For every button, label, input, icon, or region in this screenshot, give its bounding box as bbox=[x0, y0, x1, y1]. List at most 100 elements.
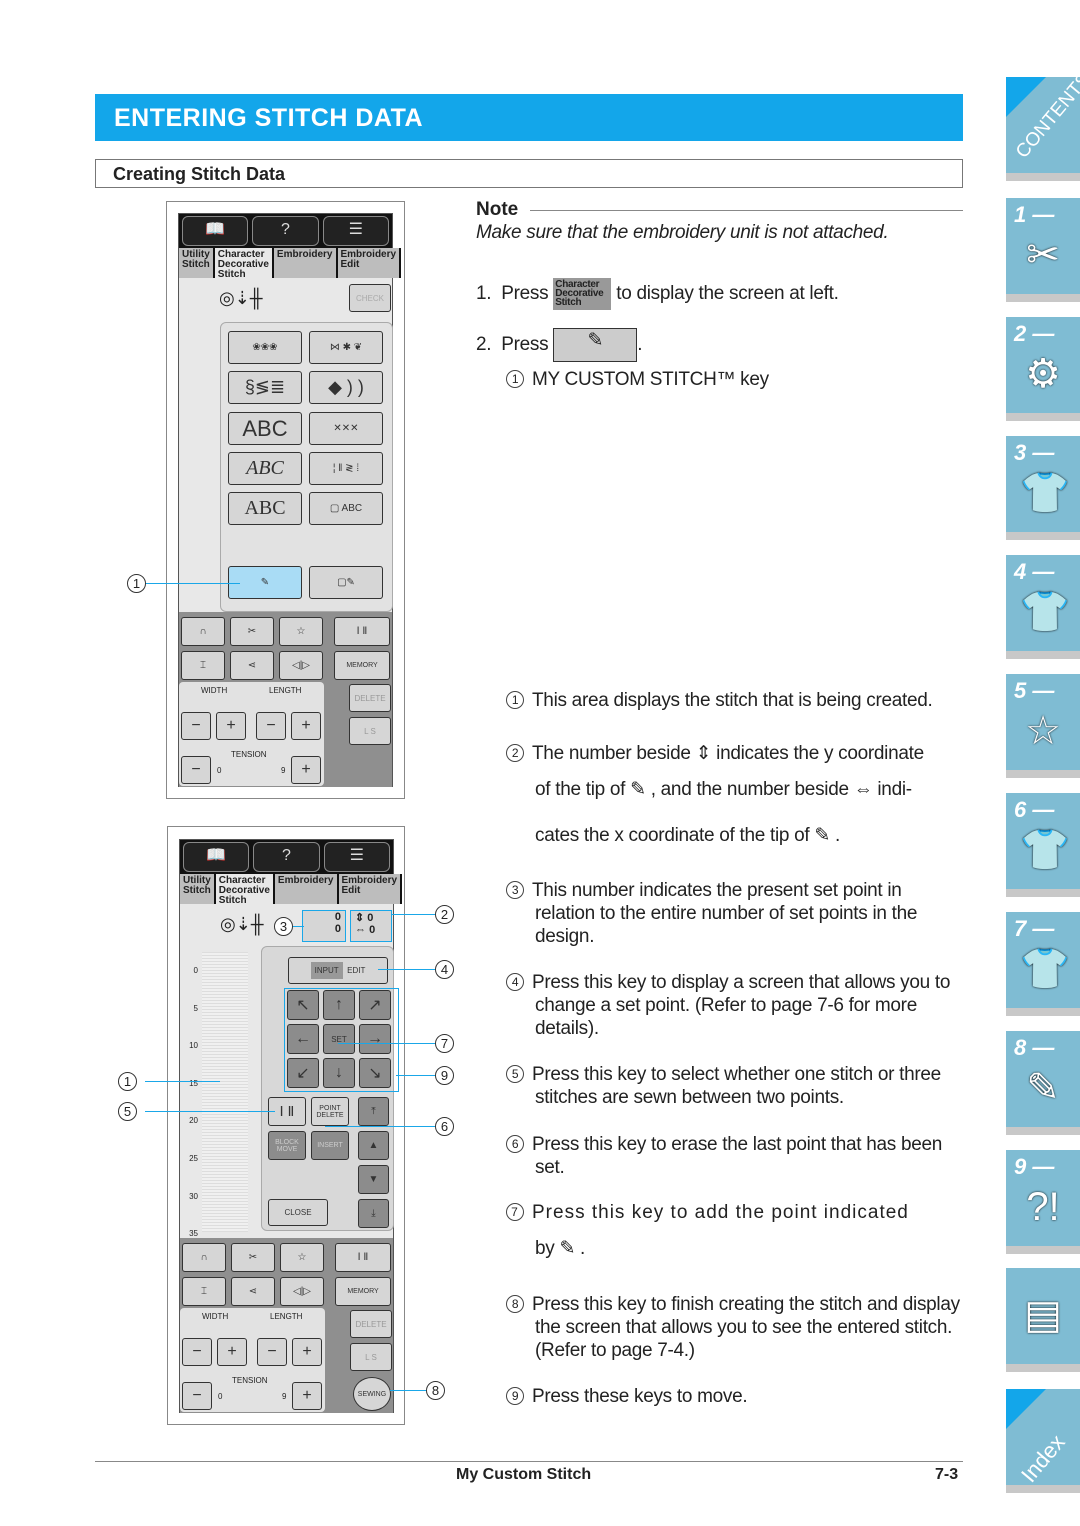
item-6: Press this key to erase the last point t… bbox=[532, 1134, 943, 1178]
stitch-category-4[interactable]: ◆ ) ) bbox=[309, 371, 383, 404]
mirror-horizontal-icon[interactable]: ◁|▷ bbox=[280, 1277, 324, 1306]
tab-utility[interactable]: Utility Stitch bbox=[180, 874, 216, 904]
move-right[interactable]: → bbox=[359, 1024, 391, 1054]
length-plus[interactable]: + bbox=[291, 712, 321, 740]
memory-stitch-key[interactable]: ▢✎ bbox=[309, 566, 383, 599]
tab-character[interactable]: Character Decorative Stitch bbox=[215, 874, 275, 906]
pattern-repeat-icon[interactable]: ☆ bbox=[279, 617, 323, 646]
side-tab-6[interactable]: 6 — 👕 bbox=[1006, 793, 1080, 889]
side-tab-index[interactable]: Index bbox=[1006, 1389, 1080, 1487]
side-tab-5[interactable]: 5 — ☆ bbox=[1006, 674, 1080, 770]
move-up-right[interactable]: ↗ bbox=[359, 990, 391, 1020]
callout-3: 3 bbox=[274, 917, 293, 936]
memory-button[interactable]: MEMORY bbox=[334, 651, 390, 680]
needle-mode-icon[interactable]: Ⅰ Ⅱ bbox=[335, 1243, 391, 1272]
scroll-top[interactable]: ⤒ bbox=[358, 1097, 389, 1126]
note-text: Make sure that the embroidery unit is no… bbox=[476, 222, 889, 243]
tension-plus[interactable]: + bbox=[291, 756, 321, 784]
abc-gothic-button[interactable]: ABC bbox=[228, 412, 302, 445]
input-edit-toggle[interactable]: INPUT EDIT bbox=[288, 957, 388, 984]
item-4: Press this key to display a screen that … bbox=[532, 972, 951, 1039]
pocket-abc-button[interactable]: ▢ ABC bbox=[309, 492, 383, 525]
cross-stitch-button[interactable]: ✕✕✕ bbox=[309, 412, 383, 445]
tension-minus[interactable]: − bbox=[181, 756, 211, 784]
mirror-horizontal-icon[interactable]: ◁|▷ bbox=[279, 651, 323, 680]
ls-button[interactable]: L S bbox=[350, 1343, 392, 1371]
side-tab-7[interactable]: 7 — 👕 bbox=[1006, 912, 1080, 1008]
move-left[interactable]: ← bbox=[287, 1024, 319, 1054]
delete-button[interactable]: DELETE bbox=[349, 684, 391, 712]
tab-embroidery-edit[interactable]: Embroidery Edit bbox=[338, 874, 403, 904]
width-plus[interactable]: + bbox=[217, 1338, 247, 1366]
move-down-left[interactable]: ↙ bbox=[287, 1058, 319, 1088]
tension-plus[interactable]: + bbox=[292, 1382, 322, 1410]
length-minus[interactable]: − bbox=[256, 712, 286, 740]
stitch-category-1[interactable]: ❀❀❀ bbox=[228, 331, 302, 364]
check-button[interactable]: CHECK bbox=[349, 284, 391, 312]
screen-figure-1: 📖? ☰ Utility Stitch Character Decorative … bbox=[166, 201, 405, 799]
set-button[interactable]: SET bbox=[323, 1024, 355, 1054]
mirror-vertical-icon[interactable]: ⋖ bbox=[230, 651, 274, 680]
side-tab-appendix[interactable]: ▤ bbox=[1006, 1268, 1080, 1364]
utility-pattern-button[interactable]: ¦ ‖ ≷ ⁞ bbox=[309, 452, 383, 485]
elongation-icon[interactable]: ⌶ bbox=[181, 651, 225, 680]
reverse-icon[interactable]: ∩ bbox=[182, 1243, 226, 1272]
width-minus[interactable]: − bbox=[182, 1338, 212, 1366]
tension-label: TENSION bbox=[232, 1376, 268, 1385]
memory-button[interactable]: MEMORY bbox=[335, 1277, 391, 1306]
side-tab-contents[interactable]: CONTENTS bbox=[1006, 69, 1080, 173]
insert-button[interactable]: INSERT bbox=[311, 1131, 349, 1160]
elongation-icon[interactable]: ⌶ bbox=[182, 1277, 226, 1306]
side-tab-9[interactable]: 9 —?! bbox=[1006, 1150, 1080, 1246]
move-up-left[interactable]: ↖ bbox=[287, 990, 319, 1020]
side-tab-8[interactable]: 8 — ✎ bbox=[1006, 1031, 1080, 1127]
needle-mode-icon[interactable]: Ⅰ Ⅱ bbox=[334, 617, 390, 646]
stitch-display-area[interactable] bbox=[202, 952, 248, 1232]
footer-title: My Custom Stitch bbox=[456, 1466, 592, 1483]
abc-outline-button[interactable]: ABC bbox=[228, 492, 302, 525]
checklist-icon[interactable]: ☰ bbox=[323, 842, 390, 872]
delete-button[interactable]: DELETE bbox=[350, 1310, 392, 1338]
mirror-vertical-icon[interactable]: ⋖ bbox=[231, 1277, 275, 1306]
length-minus[interactable]: − bbox=[257, 1338, 287, 1366]
pattern-repeat-icon[interactable]: ☆ bbox=[280, 1243, 324, 1272]
character-stitch-key-icon: Character Decorative Stitch bbox=[553, 278, 612, 310]
close-button[interactable]: CLOSE bbox=[268, 1199, 328, 1226]
sewing-button[interactable]: SEWING bbox=[353, 1377, 391, 1411]
help-machine-icon[interactable]: ? bbox=[253, 842, 320, 872]
side-tab-4[interactable]: 4 — 👕 bbox=[1006, 555, 1080, 651]
pen-cursor-icon: ✎ bbox=[814, 825, 830, 846]
stitch-category-3[interactable]: §≶≣ bbox=[228, 371, 302, 404]
move-down-right[interactable]: ↘ bbox=[359, 1058, 391, 1088]
point-delete-button[interactable]: POINT DELETE bbox=[311, 1097, 349, 1126]
scroll-up[interactable]: ▲ bbox=[358, 1131, 389, 1160]
width-minus[interactable]: − bbox=[181, 712, 211, 740]
tab-embroidery[interactable]: Embroidery bbox=[274, 874, 339, 904]
abc-script-button[interactable]: ABC bbox=[228, 452, 302, 485]
tension-minus[interactable]: − bbox=[182, 1382, 212, 1410]
tab-character[interactable]: Character Decorative Stitch bbox=[214, 248, 274, 280]
tab-embroidery[interactable]: Embroidery bbox=[273, 248, 338, 278]
scroll-bottom[interactable]: ⤓ bbox=[358, 1199, 389, 1228]
block-move-button[interactable]: BLOCK MOVE bbox=[268, 1131, 306, 1160]
side-tab-2[interactable]: 2 — ⚙ bbox=[1006, 317, 1080, 413]
move-down[interactable]: ↓ bbox=[323, 1058, 355, 1088]
checklist-icon[interactable]: ☰ bbox=[322, 216, 389, 246]
ls-button[interactable]: L S bbox=[349, 717, 391, 745]
reverse-icon[interactable]: ∩ bbox=[181, 617, 225, 646]
side-tab-3[interactable]: 3 — 👕 bbox=[1006, 436, 1080, 532]
width-plus[interactable]: + bbox=[216, 712, 246, 740]
callout-6: 6 bbox=[435, 1117, 454, 1136]
move-up[interactable]: ↑ bbox=[323, 990, 355, 1020]
help-machine-icon[interactable]: ? bbox=[252, 216, 319, 246]
tab-embroidery-edit[interactable]: Embroidery Edit bbox=[337, 248, 402, 278]
sewing-guide-icon[interactable]: 📖 bbox=[182, 216, 249, 246]
tab-utility[interactable]: Utility Stitch bbox=[179, 248, 215, 278]
side-tab-1[interactable]: 1 — ✂ bbox=[1006, 198, 1080, 294]
scroll-down[interactable]: ▼ bbox=[358, 1165, 389, 1194]
scissors-icon[interactable]: ✂ bbox=[230, 617, 274, 646]
scissors-icon[interactable]: ✂ bbox=[231, 1243, 275, 1272]
length-plus[interactable]: + bbox=[292, 1338, 322, 1366]
stitch-category-2[interactable]: ⋈ ✱ ❦ bbox=[309, 331, 383, 364]
sewing-guide-icon[interactable]: 📖 bbox=[183, 842, 250, 872]
